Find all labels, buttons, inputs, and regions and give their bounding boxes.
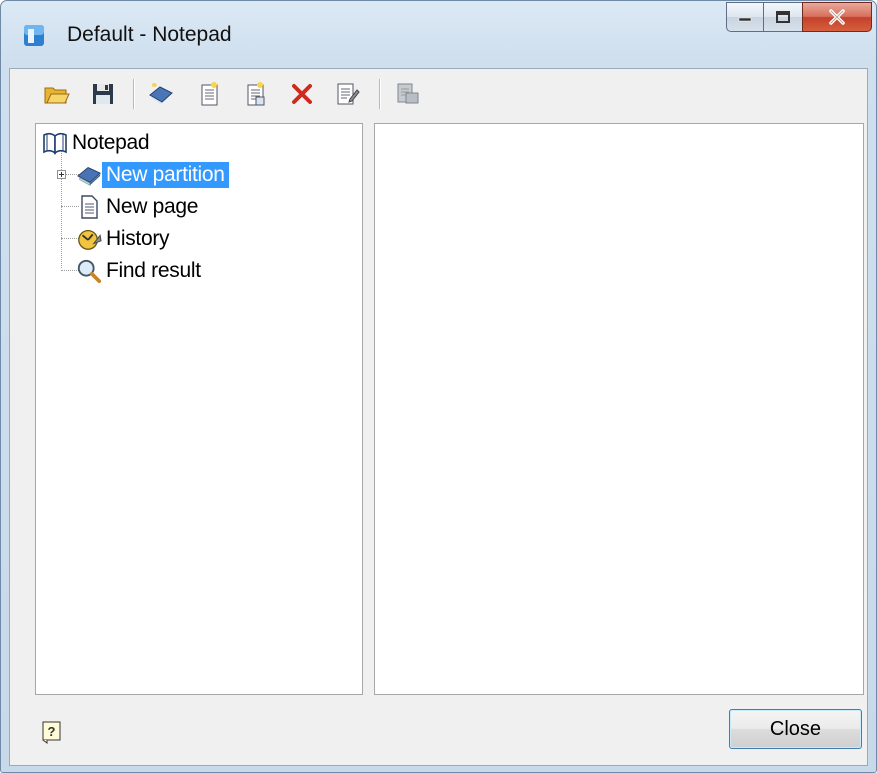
new-page-button[interactable]: [195, 78, 225, 110]
open-button[interactable]: [42, 78, 72, 110]
help-button[interactable]: ?: [41, 720, 63, 744]
tree-item-new-partition[interactable]: New partition: [76, 162, 229, 188]
svg-text:?: ?: [48, 724, 56, 739]
expand-toggle[interactable]: [57, 170, 66, 179]
book-icon: [42, 130, 68, 156]
content-pane[interactable]: [374, 123, 864, 695]
edit-icon: [337, 83, 360, 105]
maximize-button[interactable]: [763, 2, 803, 32]
page-icon: [76, 194, 102, 220]
new-subpage-button[interactable]: [241, 78, 271, 110]
notepad-window: Default - Notepad Notepad New partition …: [0, 0, 877, 773]
tree-item-label: New page: [106, 195, 199, 218]
export-icon: [397, 83, 419, 104]
client-area: Notepad New partition New page History F…: [9, 68, 868, 766]
new-subpage-icon: [247, 82, 265, 106]
tree-root[interactable]: Notepad: [42, 130, 153, 156]
tree-item-new-page[interactable]: New page: [76, 194, 202, 220]
tree-root-label: Notepad: [72, 131, 150, 154]
window-close-button[interactable]: [802, 2, 872, 32]
tree-item-label: New partition: [102, 162, 229, 188]
new-partition-icon: [149, 83, 173, 105]
toolbar: [10, 69, 867, 119]
save-button[interactable]: [88, 78, 118, 110]
close-button[interactable]: Close: [729, 709, 862, 749]
window-title: Default - Notepad: [67, 23, 232, 46]
tree-pane[interactable]: Notepad New partition New page History F…: [35, 123, 363, 695]
open-folder-icon: [44, 87, 70, 104]
title-bar[interactable]: Default - Notepad: [1, 1, 876, 67]
edit-button[interactable]: [333, 78, 363, 110]
new-partition-button[interactable]: [146, 78, 176, 110]
delete-button[interactable]: [287, 78, 317, 110]
export-button[interactable]: [393, 78, 423, 110]
magnifier-icon: [76, 258, 102, 284]
delete-icon: [292, 84, 312, 104]
history-icon: [76, 226, 102, 252]
tree-item-label: Find result: [106, 259, 201, 282]
minimize-button[interactable]: [726, 2, 764, 32]
minimize-icon: [738, 17, 752, 22]
tree-item-label: History: [106, 227, 170, 250]
partition-icon: [76, 162, 102, 188]
tree-item-find-result[interactable]: Find result: [76, 258, 205, 284]
new-page-icon: [201, 82, 218, 106]
maximize-icon: [776, 11, 790, 23]
help-icon: ?: [42, 721, 61, 744]
tree-item-history[interactable]: History: [76, 226, 173, 252]
app-icon[interactable]: [23, 23, 45, 47]
close-icon: [829, 9, 845, 25]
save-icon: [93, 84, 113, 104]
